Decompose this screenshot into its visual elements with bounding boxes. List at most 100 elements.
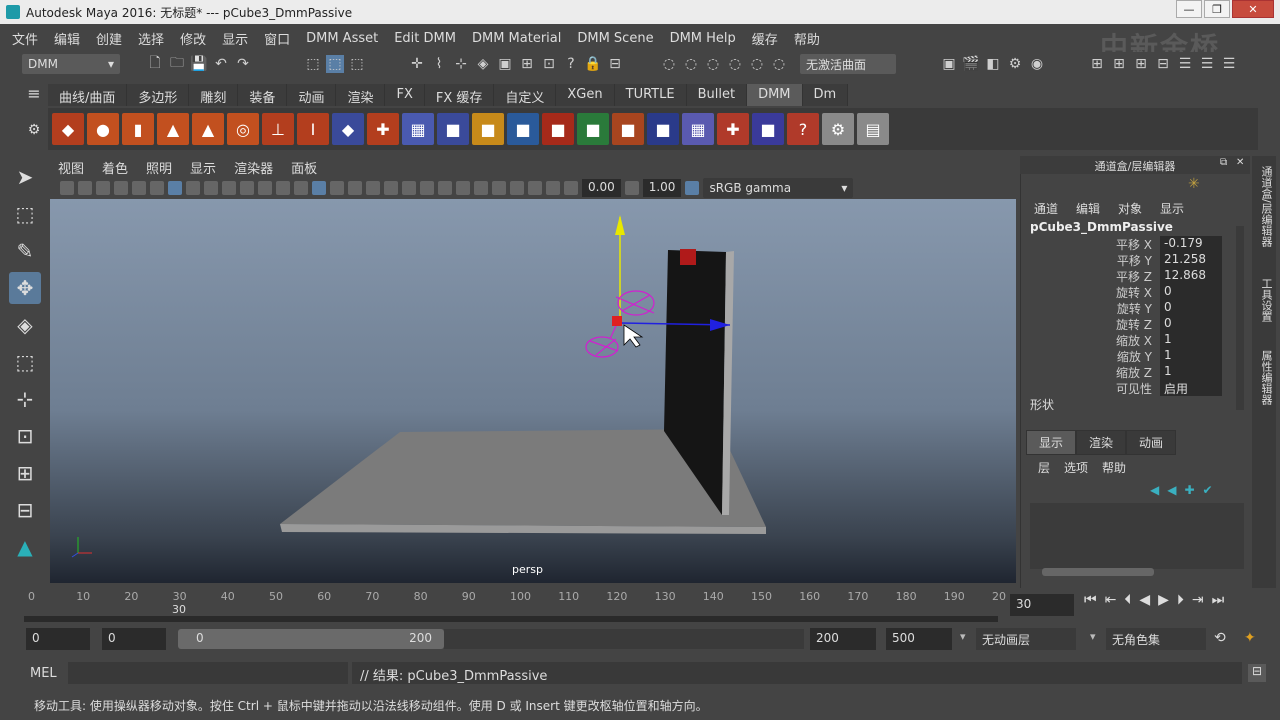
smooth-shade-icon[interactable] <box>312 181 326 195</box>
shadows-icon[interactable] <box>402 181 416 195</box>
grease-pencil-icon[interactable] <box>150 181 164 195</box>
rotate-tool-icon[interactable]: ◈ <box>9 309 41 341</box>
attr-scale-z[interactable]: 缩放 Z 1 <box>1024 364 1234 380</box>
wireframe-icon[interactable] <box>294 181 308 195</box>
new-scene-icon[interactable]: 🗋 <box>146 55 164 73</box>
xray-components-icon[interactable] <box>546 181 560 195</box>
menu-window[interactable]: 窗口 <box>264 29 290 48</box>
attr-visibility[interactable]: 可见性 启用 <box>1024 380 1234 396</box>
select-tool-icon[interactable]: ➤ <box>9 161 41 193</box>
move-layer-down-icon[interactable]: ◀ <box>1167 483 1176 497</box>
anti-alias-icon[interactable] <box>456 181 470 195</box>
dmm-green-box-icon[interactable]: ■ <box>577 113 609 145</box>
dmm-wire-icon[interactable]: ▦ <box>402 113 434 145</box>
tool-settings-icon[interactable]: ☰ <box>1198 55 1216 73</box>
maximize-button[interactable]: ❐ <box>1204 0 1230 18</box>
scale-tool-icon[interactable]: ⬚ <box>9 346 41 378</box>
play-back-icon[interactable]: ◀ <box>1139 592 1150 608</box>
layer-list-scrollbar[interactable] <box>1042 568 1154 576</box>
menu-edit-dmm[interactable]: Edit DMM <box>394 31 456 46</box>
close-panel-icon[interactable]: ✕ <box>1236 157 1244 168</box>
gamma-icon[interactable] <box>624 181 639 195</box>
menu-dmm-help[interactable]: DMM Help <box>670 31 736 46</box>
camera-attributes-icon[interactable] <box>78 181 92 195</box>
dmm-pyramid-icon[interactable]: ▲ <box>192 113 224 145</box>
shelf-tab-sculpting[interactable]: 雕刻 <box>189 84 239 106</box>
close-button[interactable]: ✕ <box>1232 0 1274 18</box>
select-component-icon[interactable]: ⬚ <box>348 55 366 73</box>
panel-menu-show[interactable]: 显示 <box>190 158 216 177</box>
dmm-add-icon[interactable]: ✚ <box>367 113 399 145</box>
panel-menu-shading[interactable]: 着色 <box>102 158 128 177</box>
step-forward-icon[interactable]: ⏵ <box>1177 592 1184 608</box>
layout-four-pane-icon[interactable]: ⊞ <box>9 457 41 489</box>
help-icon[interactable]: ? <box>562 55 580 73</box>
dmm-tree-icon[interactable]: ✚ <box>717 113 749 145</box>
chevron-down-icon[interactable]: ▾ <box>960 630 966 643</box>
panel-menu-panels[interactable]: 面板 <box>291 158 317 177</box>
scene-start-field[interactable]: 0 <box>26 628 90 650</box>
dmm-torus-icon[interactable]: ◎ <box>227 113 259 145</box>
shelf-tab-animation[interactable]: 动画 <box>287 84 337 106</box>
shelf-tab-dm[interactable]: Dm <box>802 84 849 106</box>
attr-value[interactable]: 0 <box>1160 300 1222 316</box>
dmm-blue-split-icon[interactable]: ■ <box>647 113 679 145</box>
image-plane-icon[interactable] <box>114 181 128 195</box>
gate-mask-icon[interactable] <box>222 181 236 195</box>
shelf-menu-icon[interactable]: ≡ <box>24 84 44 106</box>
dmm-help-icon[interactable]: ? <box>787 113 819 145</box>
shelf-tab-turtle[interactable]: TURTLE <box>614 84 687 106</box>
layout-single-icon[interactable]: ⊞ <box>1088 55 1106 73</box>
play-forward-icon[interactable]: ▶ <box>1158 592 1169 608</box>
mel-input[interactable] <box>68 662 348 684</box>
shelf-tab-polygons[interactable]: 多边形 <box>127 84 190 106</box>
layer-menu-layers[interactable]: 层 <box>1038 459 1050 476</box>
dmm-split-icon[interactable]: ■ <box>612 113 644 145</box>
menu-help[interactable]: 帮助 <box>794 29 820 48</box>
time-ruler[interactable] <box>24 616 998 622</box>
channel-box-scrollbar[interactable] <box>1236 226 1244 410</box>
undo-icon[interactable]: ↶ <box>212 55 230 73</box>
step-forward-key-icon[interactable]: ⇥ <box>1192 592 1204 608</box>
lasso6-icon[interactable]: ◌ <box>770 55 788 73</box>
grid-icon[interactable] <box>168 181 182 195</box>
shelf-tab-xgen[interactable]: XGen <box>556 84 615 106</box>
cb-menu-show[interactable]: 显示 <box>1160 200 1184 217</box>
xray-icon[interactable] <box>510 181 524 195</box>
dmm-ibeam-icon[interactable]: I <box>297 113 329 145</box>
bookmark-icon[interactable] <box>96 181 110 195</box>
current-frame-field[interactable]: 30 <box>1010 594 1074 616</box>
attr-value[interactable]: 1 <box>1160 364 1222 380</box>
snap-view-icon[interactable]: ◈ <box>474 55 492 73</box>
range-slider[interactable]: 0 200 <box>178 629 444 649</box>
move-tool-icon[interactable]: ✥ <box>9 272 41 304</box>
shelf-tab-fx-cache[interactable]: FX 缓存 <box>424 84 495 106</box>
layer-list[interactable] <box>1030 503 1244 569</box>
new-layer-selected-icon[interactable]: ✔ <box>1203 483 1213 497</box>
render-frame-icon[interactable]: 🎬 <box>962 55 980 73</box>
textured-icon[interactable] <box>366 181 380 195</box>
depth-of-field-icon[interactable] <box>474 181 488 195</box>
dmm-constraint-icon[interactable]: ⊥ <box>262 113 294 145</box>
render-settings-icon[interactable]: ⚙ <box>1006 55 1024 73</box>
lasso4-icon[interactable]: ◌ <box>726 55 744 73</box>
layer-tab-display[interactable]: 显示 <box>1026 430 1077 455</box>
dmm-gold-box-icon[interactable]: ■ <box>472 113 504 145</box>
exposure-field[interactable]: 0.00 <box>582 179 621 197</box>
color-management-icon[interactable] <box>685 181 700 195</box>
character-set-dropdown[interactable]: 无角色集 <box>1106 628 1206 650</box>
history-icon[interactable]: ⊟ <box>606 55 624 73</box>
snap-point-icon[interactable]: ⊹ <box>452 55 470 73</box>
layout-outliner-icon[interactable]: ⊟ <box>9 494 41 526</box>
lasso2-icon[interactable]: ◌ <box>682 55 700 73</box>
field-chart-icon[interactable] <box>240 181 254 195</box>
ipr-render-icon[interactable]: ◧ <box>984 55 1002 73</box>
lights-icon[interactable] <box>384 181 398 195</box>
minimize-button[interactable]: — <box>1176 0 1202 18</box>
film-gate-icon[interactable] <box>186 181 200 195</box>
cb-menu-edit[interactable]: 编辑 <box>1076 200 1100 217</box>
attr-value[interactable]: -0.179 <box>1160 236 1222 252</box>
float-panel-icon[interactable]: ⧉ <box>1220 157 1227 168</box>
selected-object-name[interactable]: pCube3_DmmPassive <box>1030 220 1173 234</box>
attr-rotate-x[interactable]: 旋转 X 0 <box>1024 284 1234 300</box>
